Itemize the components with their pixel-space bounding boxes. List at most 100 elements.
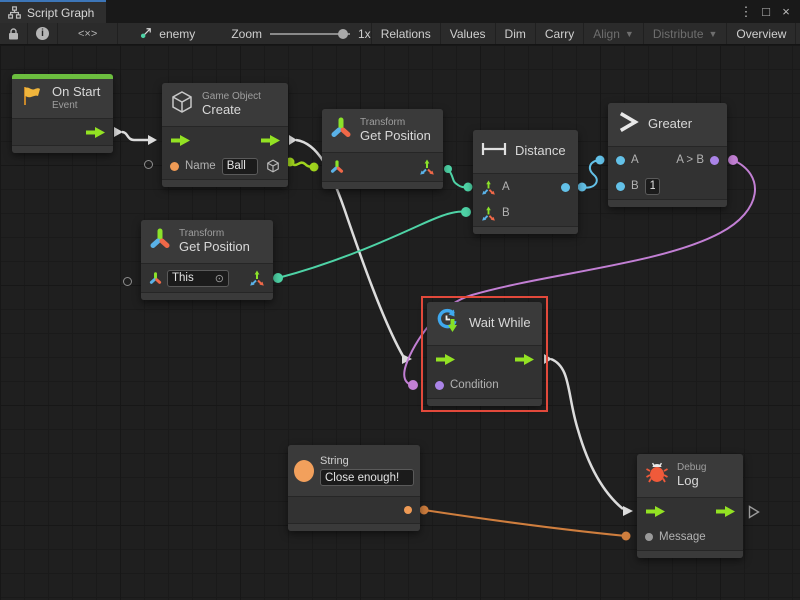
greater-a-in-port[interactable]	[616, 156, 625, 165]
node-wait-while[interactable]: Wait While Condition	[427, 302, 542, 406]
zoom-slider[interactable]	[270, 33, 350, 35]
carry-button[interactable]: Carry	[536, 23, 584, 44]
wire-distance-to-greater[interactable]	[578, 156, 605, 192]
code-icon: <×>	[78, 28, 97, 40]
position-out-port[interactable]	[249, 270, 265, 286]
chevron-down-icon: ▼	[625, 29, 634, 39]
condition-in-port[interactable]	[435, 381, 444, 390]
flow-in-port[interactable]	[435, 354, 455, 365]
flag-icon	[20, 84, 44, 113]
wire-getposition-to-distance-a[interactable]	[444, 165, 473, 192]
values-button[interactable]: Values	[441, 23, 496, 44]
transform-port-icon	[149, 272, 162, 285]
node-subtitle: Event	[52, 100, 100, 112]
target-value: This	[172, 272, 194, 284]
greater-out-port[interactable]	[710, 156, 719, 165]
graph-name: enemy	[159, 27, 195, 41]
relations-button[interactable]: Relations	[371, 23, 441, 44]
lock-icon	[8, 28, 19, 40]
node-get-position-left[interactable]: Transform Get Position This ⊙	[141, 220, 273, 300]
port-label-message: Message	[659, 531, 706, 543]
node-subtitle: String	[320, 455, 414, 468]
node-greater[interactable]: Greater A A > B B	[608, 103, 727, 207]
distance-a-in-port[interactable]: A	[481, 180, 510, 195]
flow-out-port[interactable]	[260, 135, 280, 146]
flow-out-port[interactable]	[514, 354, 534, 365]
tab-script-graph[interactable]: Script Graph	[0, 0, 106, 23]
close-icon[interactable]: ×	[778, 4, 794, 19]
dim-button[interactable]: Dim	[496, 23, 536, 44]
port-label-name: Name	[185, 160, 216, 172]
window-tab-bar: Script Graph ⋮ □ ×	[0, 0, 800, 23]
node-string[interactable]: String	[288, 445, 420, 531]
flow-in-port[interactable]	[170, 135, 190, 146]
vector3-port-icon	[481, 180, 496, 195]
object-picker-icon[interactable]: ⊙	[215, 272, 224, 285]
zoom-value: 1x	[358, 27, 371, 41]
maximize-icon[interactable]: □	[758, 4, 774, 19]
cube-icon	[170, 90, 194, 119]
name-input[interactable]	[222, 158, 258, 175]
inspect-button[interactable]: i	[28, 23, 58, 44]
unconnected-port-indicator	[144, 160, 153, 169]
tab-title: Script Graph	[27, 6, 94, 20]
graph-toolbar: i <×> enemy Zoom 1x Relations Values Dim…	[0, 23, 800, 45]
port-label-condition: Condition	[450, 379, 499, 391]
node-title: Wait While	[469, 316, 531, 331]
node-title: Greater	[648, 117, 692, 132]
unconnected-flow-indicator	[748, 505, 760, 519]
node-title: Create	[202, 103, 261, 118]
vector3-port-icon	[481, 206, 496, 221]
wire-onstart-to-create[interactable]	[114, 127, 157, 145]
transform-icon	[149, 228, 171, 255]
string-out-port[interactable]	[404, 506, 412, 514]
window-menu-icon[interactable]: ⋮	[738, 4, 754, 20]
node-title: Distance	[515, 144, 566, 159]
gameobject-out-port[interactable]	[266, 159, 280, 173]
wire-getposition-to-distance-b[interactable]	[273, 207, 471, 283]
node-distance[interactable]: Distance A B	[473, 130, 578, 234]
node-title: Log	[677, 474, 706, 489]
greater-b-input[interactable]	[645, 178, 660, 195]
node-on-start[interactable]: On Start Event	[12, 74, 113, 153]
overview-button[interactable]: Overview	[727, 23, 796, 44]
position-out-port[interactable]	[419, 159, 435, 175]
name-value-port[interactable]	[170, 162, 179, 171]
wire-string-to-message[interactable]	[420, 506, 631, 541]
target-input[interactable]: This ⊙	[167, 270, 229, 287]
wire-waitwhile-to-log[interactable]	[544, 354, 633, 516]
flow-out-port[interactable]	[85, 127, 105, 138]
node-title: Get Position	[360, 129, 431, 144]
cube-port-icon	[266, 159, 280, 173]
node-get-position-top[interactable]: Transform Get Position	[322, 109, 443, 189]
node-create-gameobject[interactable]: Game Object Create Name	[162, 83, 288, 187]
message-in-port[interactable]	[645, 533, 653, 541]
bug-icon	[645, 461, 669, 490]
string-icon	[294, 460, 314, 482]
distribute-button: Distribute▼	[644, 23, 728, 44]
zoom-label: Zoom	[231, 27, 262, 41]
port-label-a-greater-b: A > B	[676, 154, 704, 166]
zoom-slider-knob[interactable]	[338, 29, 348, 39]
lock-button[interactable]	[0, 23, 28, 44]
string-input[interactable]	[320, 469, 414, 486]
node-title: Get Position	[179, 240, 250, 255]
vector3-port-icon	[249, 270, 265, 286]
transform-port-icon	[330, 160, 344, 174]
greater-b-in-port[interactable]	[616, 182, 625, 191]
flow-out-port[interactable]	[715, 506, 735, 517]
node-title: On Start	[52, 85, 100, 100]
distance-out-port[interactable]	[561, 183, 570, 192]
code-view-toggle[interactable]: <×>	[58, 23, 118, 44]
transform-icon	[330, 117, 352, 144]
graph-canvas[interactable]: On Start Event Game Object Create	[0, 45, 800, 600]
wait-while-icon	[435, 308, 461, 339]
port-label-b: B	[502, 207, 510, 219]
port-label-b: B	[631, 180, 639, 192]
distance-b-in-port[interactable]: B	[481, 206, 510, 221]
node-debug-log[interactable]: Debug Log Message	[637, 454, 743, 558]
transform-in-port[interactable]	[330, 160, 344, 174]
flow-in-port[interactable]	[645, 506, 665, 517]
fullscreen-button[interactable]: Full Screen	[796, 23, 800, 44]
wire-create-to-getposition[interactable]	[286, 158, 319, 172]
